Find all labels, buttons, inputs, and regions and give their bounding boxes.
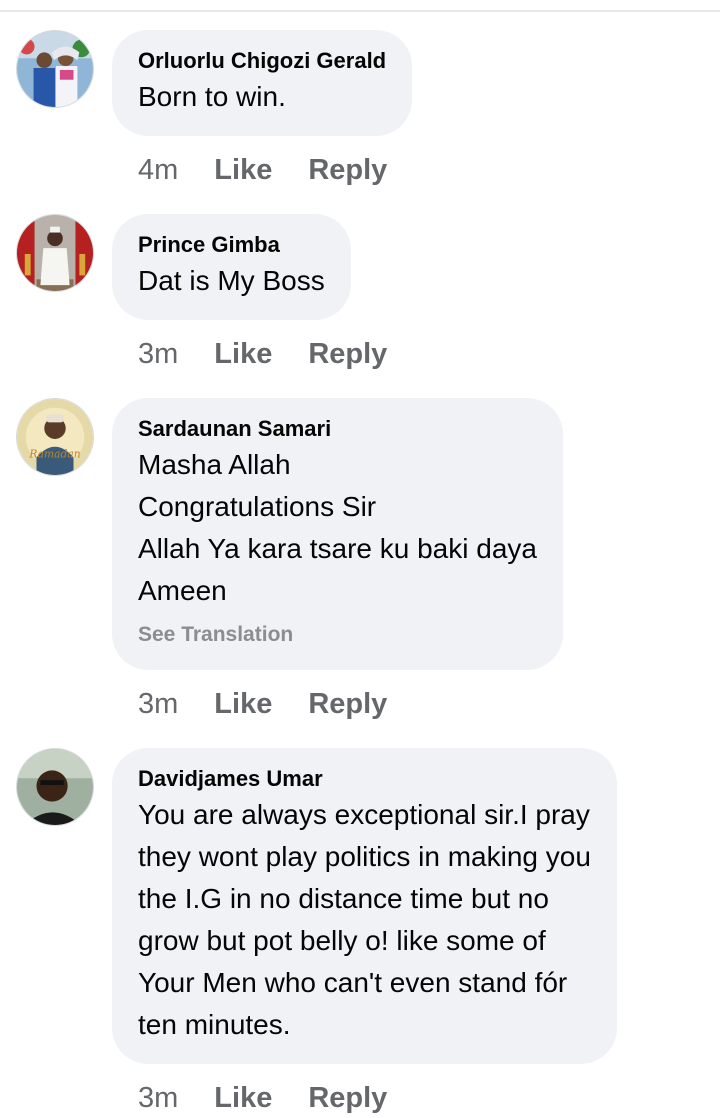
like-button[interactable]: Like — [214, 150, 272, 190]
comment-text: Dat is My Boss — [138, 265, 325, 296]
comment-bubble: Sardaunan Samari Masha Allah Congratulat… — [112, 398, 563, 670]
avatar[interactable] — [16, 748, 94, 826]
comment-time[interactable]: 4m — [138, 150, 178, 190]
comment-actions: 4m Like Reply — [138, 150, 423, 190]
comment-time[interactable]: 3m — [138, 1078, 178, 1118]
ramadan-photo-icon: Ramadan — [17, 399, 93, 475]
reply-button[interactable]: Reply — [308, 150, 387, 190]
comment-text: Born to win. — [138, 81, 286, 112]
comment-author[interactable]: Davidjames Umar — [138, 764, 591, 794]
couple-photo-icon — [17, 31, 93, 107]
comment-text: You are always exceptional sir.I pray th… — [138, 799, 591, 1040]
comment-actions: 3m Like Reply — [138, 1078, 423, 1118]
avatar[interactable]: Ramadan — [16, 398, 94, 476]
comment-text: Masha Allah Congratulations Sir Allah Ya… — [138, 449, 537, 606]
like-button[interactable]: Like — [214, 684, 272, 724]
reply-button[interactable]: Reply — [308, 1078, 387, 1118]
top-divider — [0, 10, 720, 12]
comment-bubble: Davidjames Umar You are always exception… — [112, 748, 617, 1064]
comment-author[interactable]: Sardaunan Samari — [138, 414, 537, 444]
comment-actions: 3m Like Reply — [138, 684, 423, 724]
like-button[interactable]: Like — [214, 334, 272, 374]
reply-button[interactable]: Reply — [308, 334, 387, 374]
comment-time[interactable]: 3m — [138, 334, 178, 374]
see-translation-link[interactable]: See Translation — [138, 620, 537, 650]
comment-bubble: Orluorlu Chigozi Gerald Born to win. — [112, 30, 413, 136]
comment-author[interactable]: Orluorlu Chigozi Gerald — [138, 46, 386, 76]
avatar[interactable] — [16, 214, 94, 292]
person-photo-icon — [17, 215, 93, 291]
svg-text:Ramadan: Ramadan — [28, 447, 80, 460]
comment-time[interactable]: 3m — [138, 684, 178, 724]
selfie-photo-icon — [17, 749, 93, 825]
comment-author[interactable]: Prince Gimba — [138, 230, 325, 260]
comment-actions: 3m Like Reply — [138, 334, 423, 374]
reply-button[interactable]: Reply — [308, 684, 387, 724]
comment-bubble: Prince Gimba Dat is My Boss — [112, 214, 351, 320]
like-button[interactable]: Like — [214, 1078, 272, 1118]
avatar[interactable] — [16, 30, 94, 108]
